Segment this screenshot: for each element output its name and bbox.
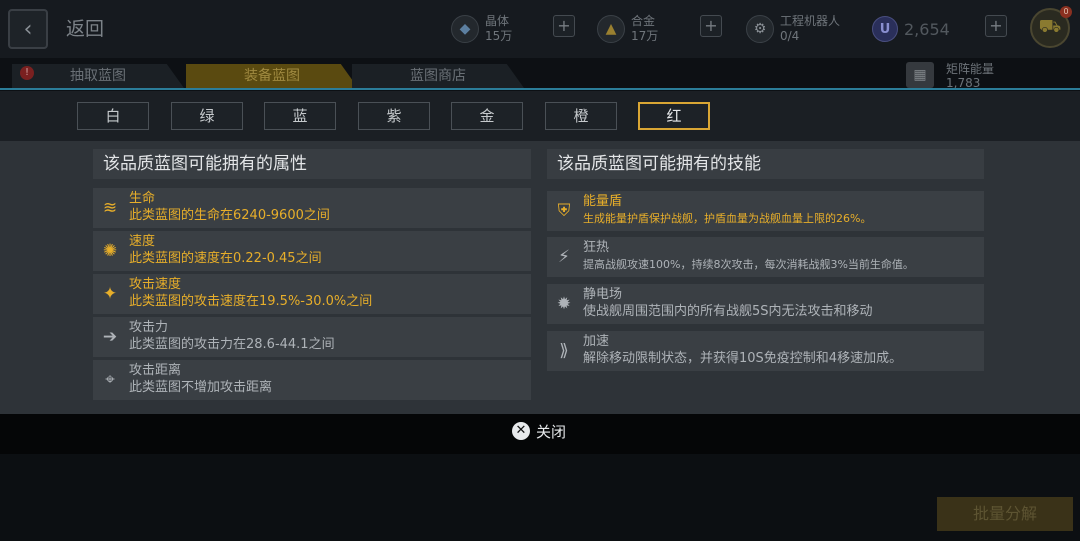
attribute-desc: 此类蓝图的速度在0.22-0.45之间 <box>129 251 322 266</box>
resource-alloy: ▲ 合金 17万 <box>597 8 658 50</box>
batch-decompose-button[interactable]: 批量分解 <box>937 497 1073 531</box>
matrix-energy-label: 矩阵能量 <box>946 62 995 76</box>
attribute-desc: 此类蓝图的生命在6240-9600之间 <box>129 208 330 223</box>
attack-speed-icon: ✦ <box>102 284 118 304</box>
cart-icon: ⛟ <box>1038 16 1062 37</box>
add-alloy-button[interactable]: + <box>700 15 722 37</box>
frenzy-icon: ⚡ <box>558 247 570 267</box>
cart-button[interactable]: ⛟ 0 <box>1030 6 1072 48</box>
resource-name: 晶体 <box>485 14 510 28</box>
close-button[interactable]: ✕ 关闭 <box>512 420 566 442</box>
skill-row-frenzy: ⚡ 狂热 提高战舰攻速100%，持续8次攻击，每次消耗战舰3%当前生命值。 <box>547 237 984 277</box>
tab-blueprint-shop[interactable]: 蓝图商店 <box>352 64 524 88</box>
resource-name: 合金 <box>631 14 656 28</box>
attribute-name: 攻击力 <box>129 320 169 335</box>
quality-green[interactable]: 绿 <box>171 102 243 130</box>
alert-icon: ! <box>20 66 34 80</box>
attribute-name: 生命 <box>129 191 156 206</box>
crosshair-icon: ⌖ <box>105 370 115 390</box>
divider <box>0 88 1080 90</box>
alloy-icon: ▲ <box>597 15 625 43</box>
static-field-icon: ✹ <box>556 294 572 314</box>
resource-robot: ⚙ 工程机器人 0/4 <box>746 8 840 50</box>
robot-icon: ⚙ <box>746 15 774 43</box>
resource-crystal: ◆ 晶体 15万 <box>451 8 512 50</box>
skills-title: 该品质蓝图可能拥有的技能 <box>547 149 984 179</box>
bottom-strip <box>0 453 1080 541</box>
attribute-desc: 此类蓝图的攻击速度在19.5%-30.0%之间 <box>129 294 373 309</box>
crystal-icon: ◆ <box>451 15 479 43</box>
tab-draw-blueprint[interactable]: 抽取蓝图 <box>12 64 184 88</box>
attribute-row-speed: ✺ 速度 此类蓝图的速度在0.22-0.45之间 <box>93 231 531 271</box>
skill-name: 加速 <box>583 334 610 349</box>
matrix-energy: ▦ 矩阵能量 1,783 <box>906 62 994 90</box>
speed-icon: ✺ <box>102 241 118 261</box>
skill-desc: 提高战舰攻速100%，持续8次攻击，每次消耗战舰3%当前生命值。 <box>583 258 914 271</box>
chevron-left-icon: ‹ <box>23 16 33 42</box>
attribute-row-attack-speed: ✦ 攻击速度 此类蓝图的攻击速度在19.5%-30.0%之间 <box>93 274 531 314</box>
attribute-name: 攻击速度 <box>129 277 182 292</box>
arrow-right-icon: ➔ <box>102 327 118 347</box>
add-currency-button[interactable]: + <box>985 15 1007 37</box>
u-currency-icon: U <box>872 16 898 42</box>
resource-value: 15万 <box>485 29 513 43</box>
back-label[interactable]: 返回 <box>66 14 104 41</box>
currency-value: 2,654 <box>904 19 950 39</box>
skill-desc: 使战舰周围范围内的所有战舰5S内无法攻击和移动 <box>583 304 873 319</box>
attribute-row-attack: ➔ 攻击力 此类蓝图的攻击力在28.6-44.1之间 <box>93 317 531 357</box>
quality-white[interactable]: 白 <box>77 102 149 130</box>
quality-blue[interactable]: 蓝 <box>264 102 336 130</box>
skill-row-energy-shield: ⛨ 能量盾 生成能量护盾保护战舰，护盾血量为战舰血量上限的26%。 <box>547 191 984 231</box>
resource-value: 17万 <box>631 29 659 43</box>
back-button[interactable]: ‹ <box>8 9 48 49</box>
quality-red[interactable]: 红 <box>638 102 710 130</box>
quality-selector-bar <box>0 91 1080 141</box>
close-icon: ✕ <box>512 422 530 440</box>
attribute-name: 攻击距离 <box>129 363 182 378</box>
attribute-desc: 此类蓝图不增加攻击距离 <box>129 380 273 395</box>
resource-value: 0/4 <box>780 29 800 43</box>
skill-name: 静电场 <box>583 287 623 302</box>
attribute-name: 速度 <box>129 234 156 249</box>
quality-gold[interactable]: 金 <box>451 102 523 130</box>
attribute-row-range: ⌖ 攻击距离 此类蓝图不增加攻击距离 <box>93 360 531 400</box>
attribute-desc: 此类蓝图的攻击力在28.6-44.1之间 <box>129 337 335 352</box>
tab-equip-blueprint[interactable]: 装备蓝图 <box>186 64 358 88</box>
skill-name: 能量盾 <box>583 194 623 209</box>
skill-name: 狂热 <box>583 240 610 255</box>
currency-display: U 2,654 <box>872 8 950 50</box>
attribute-row-health: ≋ 生命 此类蓝图的生命在6240-9600之间 <box>93 188 531 228</box>
close-label: 关闭 <box>536 422 567 441</box>
quality-purple[interactable]: 紫 <box>358 102 430 130</box>
add-crystal-button[interactable]: + <box>553 15 575 37</box>
quality-orange[interactable]: 橙 <box>545 102 617 130</box>
attributes-title: 该品质蓝图可能拥有的属性 <box>93 149 531 179</box>
shield-icon: ⛨ <box>557 201 571 221</box>
skill-row-boost: ⟫ 加速 解除移动限制状态，并获得10S免疫控制和4移速加成。 <box>547 331 984 371</box>
top-bar: ‹ 返回 ◆ 晶体 15万 + ▲ 合金 17万 + ⚙ 工程机器人 0/4 U 2,… <box>0 0 1080 58</box>
boost-icon: ⟫ <box>559 341 569 361</box>
cube-icon: ▦ <box>906 62 934 88</box>
skill-row-static-field: ✹ 静电场 使战舰周围范围内的所有战舰5S内无法攻击和移动 <box>547 284 984 324</box>
resource-name: 工程机器人 <box>780 14 841 28</box>
skill-desc: 生成能量护盾保护战舰，护盾血量为战舰血量上限的26%。 <box>583 212 872 225</box>
health-icon: ≋ <box>102 198 118 218</box>
cart-badge: 0 <box>1060 6 1072 18</box>
skill-desc: 解除移动限制状态，并获得10S免疫控制和4移速加成。 <box>583 351 903 366</box>
